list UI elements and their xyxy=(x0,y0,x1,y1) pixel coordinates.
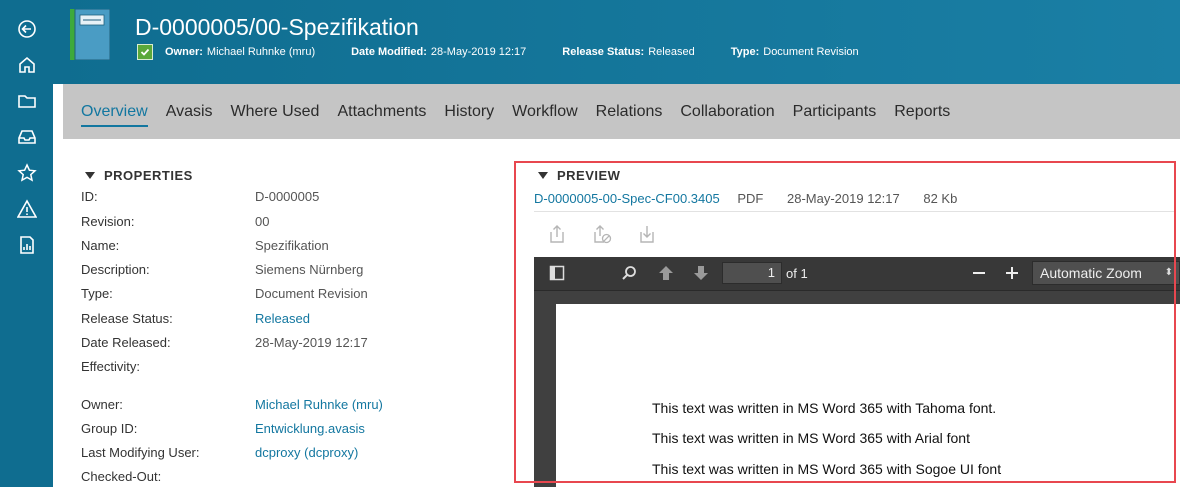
property-value: 28-May-2019 12:17 xyxy=(255,335,368,350)
left-nav-rail xyxy=(0,0,53,487)
preview-section: PREVIEW D-0000005-00-Spec-CF00.3405 PDF … xyxy=(534,168,1180,487)
home-icon[interactable] xyxy=(14,52,40,78)
property-row-checked-out: Checked-Out: xyxy=(81,469,501,489)
property-label: ID: xyxy=(81,189,98,204)
collapse-triangle-icon xyxy=(538,172,548,179)
warning-icon[interactable] xyxy=(14,196,40,222)
star-icon[interactable] xyxy=(14,160,40,186)
property-label: Checked-Out: xyxy=(81,469,162,484)
owner-link[interactable]: Michael Ruhnke (mru) xyxy=(255,397,383,412)
property-row-owner: Owner: Michael Ruhnke (mru) xyxy=(81,397,501,417)
preview-file-link[interactable]: D-0000005-00-Spec-CF00.3405 xyxy=(534,191,720,206)
meta-type: Type: Document Revision xyxy=(730,46,859,58)
property-label: Date Released: xyxy=(81,335,171,350)
tab-collaboration[interactable]: Collaboration xyxy=(680,103,774,127)
property-label: Owner: xyxy=(81,397,123,412)
page-count: of 1 xyxy=(786,266,808,281)
tab-participants[interactable]: Participants xyxy=(793,103,877,127)
property-label: Type: xyxy=(81,286,113,301)
previous-page-icon[interactable] xyxy=(656,263,676,283)
meta-date-modified: Date Modified: 28-May-2019 12:17 xyxy=(351,46,527,58)
tab-avasis[interactable]: Avasis xyxy=(166,103,213,127)
meta-release-status: Release Status: Released xyxy=(562,46,695,58)
zoom-out-icon[interactable] xyxy=(969,263,989,283)
group-id-link[interactable]: Entwicklung.avasis xyxy=(255,421,365,436)
property-row-group-id: Group ID: Entwicklung.avasis xyxy=(81,421,501,441)
meta-owner: Owner: Michael Ruhnke (mru) xyxy=(165,46,316,58)
property-row-release-status: Release Status: Released xyxy=(81,311,501,331)
download-icon[interactable] xyxy=(636,223,658,245)
unshare-icon[interactable] xyxy=(591,223,613,245)
divider xyxy=(534,211,1176,212)
property-label: Effectivity: xyxy=(81,359,141,374)
property-row-id: ID: D-0000005 xyxy=(81,189,501,209)
property-label: Name: xyxy=(81,238,120,253)
back-arrow-icon[interactable] xyxy=(14,16,40,42)
page-number-input[interactable]: 1 xyxy=(722,262,782,284)
released-check-icon xyxy=(137,44,153,60)
property-value: Siemens Nürnberg xyxy=(255,262,364,277)
tab-attachments[interactable]: Attachments xyxy=(337,103,426,127)
pdf-text-line: This text was written in MS Word 365 wit… xyxy=(652,461,1002,477)
property-label: Release Status: xyxy=(81,311,173,326)
item-header: D-0000005/00-Spezifikation Owner: Michael… xyxy=(53,0,1180,84)
tab-overview[interactable]: Overview xyxy=(81,103,148,127)
property-label: Description: xyxy=(81,262,150,277)
zoom-value: Automatic Zoom xyxy=(1040,265,1142,281)
property-value: D-0000005 xyxy=(255,189,320,204)
tab-reports[interactable]: Reports xyxy=(894,103,950,127)
pdf-page: This text was written in MS Word 365 wit… xyxy=(556,304,1180,487)
report-icon[interactable] xyxy=(14,232,40,258)
pdf-toolbar: 1 of 1 Automatic Zoom ⬍ xyxy=(534,257,1180,291)
page-title: D-0000005/00-Spezifikation xyxy=(135,14,419,40)
tab-where-used[interactable]: Where Used xyxy=(231,103,320,127)
preview-actions xyxy=(546,223,681,245)
preview-toggle[interactable]: PREVIEW xyxy=(534,168,620,183)
collapse-triangle-icon xyxy=(85,172,95,179)
select-arrows-icon: ⬍ xyxy=(1164,267,1173,278)
release-status-link[interactable]: Released xyxy=(255,311,310,326)
property-row-revision: Revision: 00 xyxy=(81,214,501,234)
last-modifying-user-link[interactable]: dcproxy (dcproxy) xyxy=(255,445,358,460)
tab-workflow[interactable]: Workflow xyxy=(512,103,578,127)
property-value: Document Revision xyxy=(255,286,368,301)
pdf-text-line: This text was written in MS Word 365 wit… xyxy=(652,430,970,446)
search-icon[interactable] xyxy=(619,263,639,283)
next-page-icon[interactable] xyxy=(691,263,711,283)
property-row-date-released: Date Released: 28-May-2019 12:17 xyxy=(81,335,501,355)
folder-icon[interactable] xyxy=(14,88,40,114)
property-label: Last Modifying User: xyxy=(81,445,200,460)
share-icon[interactable] xyxy=(546,223,568,245)
pdf-viewer: 1 of 1 Automatic Zoom ⬍ This text was wr… xyxy=(534,257,1180,487)
zoom-select[interactable]: Automatic Zoom ⬍ xyxy=(1032,261,1180,285)
preview-title: PREVIEW xyxy=(557,168,621,183)
preview-file-type: PDF xyxy=(737,191,764,206)
tab-bar: Overview Avasis Where Used Attachments H… xyxy=(63,84,1180,139)
sidebar-toggle-icon[interactable] xyxy=(547,263,567,283)
property-value: Spezifikation xyxy=(255,238,329,253)
tab-relations[interactable]: Relations xyxy=(596,103,663,127)
tab-history[interactable]: History xyxy=(444,103,494,127)
property-label: Group ID: xyxy=(81,421,138,436)
preview-file-date: 28-May-2019 12:17 xyxy=(786,191,900,206)
properties-toggle[interactable]: PROPERTIES xyxy=(81,168,501,183)
header-meta: Owner: Michael Ruhnke (mru) Date Modified… xyxy=(137,44,895,60)
pdf-text-line: This text was written in MS Word 365 wit… xyxy=(652,400,997,416)
preview-file-row: D-0000005-00-Spec-CF00.3405 PDF 28-May-2… xyxy=(534,191,977,206)
property-value: 00 xyxy=(255,214,270,229)
property-row-type: Type: Document Revision xyxy=(81,286,501,306)
document-revision-icon xyxy=(70,8,111,61)
property-row-effectivity: Effectivity: xyxy=(81,359,501,379)
property-label: Revision: xyxy=(81,214,135,229)
properties-section: PROPERTIES ID: D-0000005 Revision: 00 Na… xyxy=(81,168,501,484)
zoom-in-icon[interactable] xyxy=(1002,263,1022,283)
properties-title: PROPERTIES xyxy=(104,168,193,183)
property-row-description: Description: Siemens Nürnberg xyxy=(81,262,501,282)
preview-file-size: 82 Kb xyxy=(923,191,958,206)
property-row-last-modifying-user: Last Modifying User: dcproxy (dcproxy) xyxy=(81,445,501,465)
property-row-name: Name: Spezifikation xyxy=(81,238,501,258)
inbox-icon[interactable] xyxy=(14,124,40,150)
